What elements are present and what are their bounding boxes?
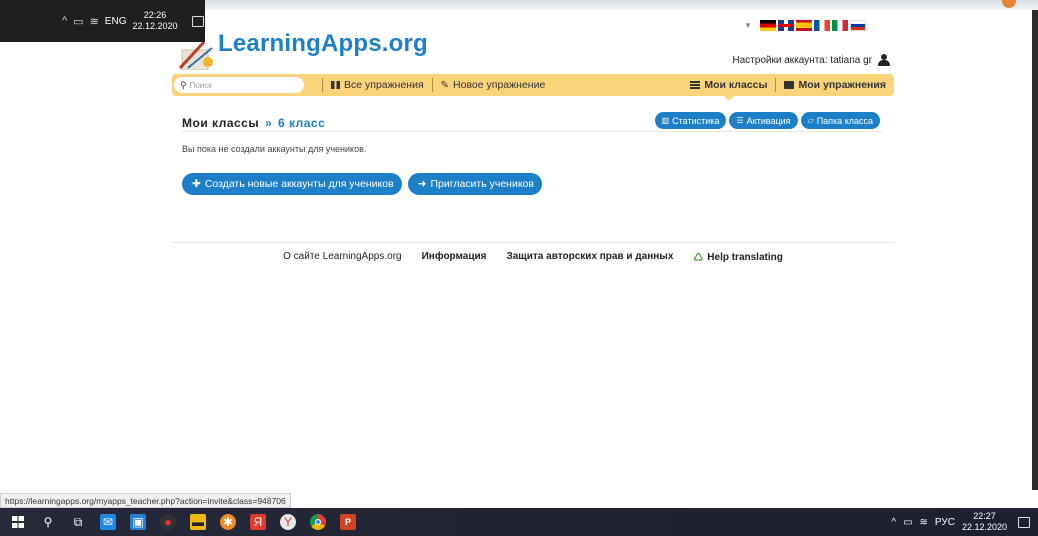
task-view-icon[interactable]: ⧉ xyxy=(70,514,86,530)
logo-text: LearningApps.org xyxy=(218,30,428,57)
window-edge xyxy=(1032,10,1038,490)
explorer-icon[interactable]: ▬ xyxy=(190,514,206,530)
nav-new-exercise-label: Новое упражнение xyxy=(453,79,546,91)
logo-tools-icon xyxy=(178,40,213,70)
sign-in-icon: ➜ xyxy=(417,178,427,190)
activation-button[interactable]: ☰ Активация xyxy=(729,112,798,129)
yandex-icon[interactable]: Я xyxy=(250,514,266,530)
translate-icon: ♺ xyxy=(693,252,704,264)
main-navbar: ⚲ Поиск Все упражнения ✎ Новое упражнени… xyxy=(172,74,894,101)
folder-open-icon: ▱ xyxy=(807,116,814,125)
mail-icon[interactable]: ✉ xyxy=(100,514,116,530)
flag-fr-icon[interactable] xyxy=(814,20,830,31)
create-accounts-label: Создать новые аккаунты для учеников xyxy=(204,178,394,190)
windows-taskbar: ⚲ ⧉ ✉ ▣ ● ▬ ✱ Я Y P ^ ▭ ≋ РУС 22:27 22.1… xyxy=(0,508,1038,536)
nav-new-exercise[interactable]: ✎ Новое упражнение xyxy=(433,74,554,96)
yandex-browser-icon[interactable]: Y xyxy=(280,514,296,530)
nav-all-exercises[interactable]: Все упражнения xyxy=(323,74,432,96)
site-logo[interactable]: LearningApps.org xyxy=(178,22,438,70)
flag-it-icon[interactable] xyxy=(832,20,848,31)
clock-time: 22:26 xyxy=(143,10,167,20)
no-accounts-message: Вы пока не создали аккаунты для учеников… xyxy=(182,144,367,154)
clock-time: 22:27 xyxy=(973,511,996,521)
status-url: https://learningapps.org/myapps_teacher.… xyxy=(5,495,286,506)
nav-my-classes-label: Мои классы xyxy=(704,79,768,91)
notification-icon[interactable] xyxy=(1018,516,1030,528)
language-indicator[interactable]: РУС xyxy=(935,517,955,528)
grid-icon xyxy=(331,81,340,89)
footer-info-link[interactable]: Информация xyxy=(422,251,487,264)
battery-icon[interactable]: ▭ xyxy=(903,517,912,528)
invite-students-button[interactable]: ➜ Пригласить учеников xyxy=(407,173,542,195)
orange-app-icon[interactable]: ✱ xyxy=(220,514,236,530)
powerpoint-icon[interactable]: P xyxy=(340,514,356,530)
user-icon xyxy=(878,54,890,66)
browser-chrome-edge xyxy=(205,0,1038,10)
clock[interactable]: 22:27 22.12.2020 xyxy=(962,511,1007,533)
breadcrumb-my-classes[interactable]: Мои классы xyxy=(182,116,259,130)
statistics-label: Статистика xyxy=(672,115,720,126)
chrome-icon[interactable] xyxy=(310,514,326,530)
nav-my-exercises-label: Мои упражнения xyxy=(798,79,886,91)
battery-icon[interactable]: ▭ xyxy=(73,15,83,28)
folder-icon xyxy=(784,81,795,89)
clock-date: 22.12.2020 xyxy=(132,21,178,31)
search-icon: ⚲ xyxy=(180,79,187,90)
activation-label: Активация xyxy=(746,115,791,126)
clock-date: 22.12.2020 xyxy=(961,522,1007,532)
account-settings[interactable]: Настройки аккаунта: tatiana gr xyxy=(732,54,890,66)
list-icon: ☰ xyxy=(736,116,744,125)
flag-de-icon[interactable] xyxy=(760,20,776,31)
notification-icon[interactable] xyxy=(191,15,204,27)
footer-copyright-link[interactable]: Защита авторских прав и данных xyxy=(506,251,673,264)
profile-icon[interactable] xyxy=(1002,0,1016,8)
class-folder-label: Папка класса xyxy=(816,115,873,126)
nav-all-exercises-label: Все упражнения xyxy=(344,79,424,91)
system-tray: ^ ▭ ≋ РУС 22:27 22.12.2020 xyxy=(891,511,1038,533)
class-header: Мои классы » 6 класс ▥ Статистика ☰ Акти… xyxy=(182,110,882,132)
statistics-button[interactable]: ▥ Статистика xyxy=(654,112,727,129)
breadcrumb-separator: » xyxy=(264,116,273,130)
add-user-icon: ✚ xyxy=(192,178,201,190)
language-selector[interactable]: ▼ xyxy=(744,20,866,31)
footer-help-translating-link[interactable]: ♺ Help translating xyxy=(693,251,782,264)
store-icon[interactable]: ▣ xyxy=(130,514,146,530)
chart-icon: ▥ xyxy=(661,116,670,125)
account-label: Настройки аккаунта: tatiana gr xyxy=(732,54,872,66)
site-footer: О сайте LearningApps.org Информация Защи… xyxy=(172,242,894,264)
status-url-bar: https://learningapps.org/myapps_teacher.… xyxy=(0,493,291,508)
search-placeholder: Поиск xyxy=(189,80,212,90)
pencil-icon: ✎ xyxy=(440,79,450,91)
student-actions: ✚ Создать новые аккаунты для учеников ➜ … xyxy=(182,173,542,195)
media-icon[interactable]: ● xyxy=(160,514,176,530)
nav-my-classes[interactable]: Мои классы xyxy=(682,74,775,101)
flag-ru-icon[interactable] xyxy=(850,20,866,31)
nav-my-exercises[interactable]: Мои упражнения xyxy=(776,74,894,96)
flag-es-icon[interactable] xyxy=(796,20,812,31)
search-icon[interactable]: ⚲ xyxy=(40,514,56,530)
language-indicator[interactable]: ENG xyxy=(105,16,127,27)
windows-icon[interactable] xyxy=(10,514,26,530)
overlapping-taskbar-fragment: ^ ▭ ≋ ENG 22:26 22.12.2020 xyxy=(0,0,205,42)
list-icon xyxy=(690,81,701,89)
create-accounts-button[interactable]: ✚ Создать новые аккаунты для учеников xyxy=(182,173,402,195)
caret-down-icon[interactable]: ▼ xyxy=(744,21,752,30)
breadcrumb: Мои классы » 6 класс xyxy=(182,116,325,130)
class-folder-button[interactable]: ▱ Папка класса xyxy=(800,112,880,129)
wifi-icon[interactable]: ≋ xyxy=(90,15,99,28)
chevron-up-icon[interactable]: ^ xyxy=(62,15,67,27)
invite-students-label: Пригласить учеников xyxy=(430,178,534,190)
help-translating-label: Help translating xyxy=(707,252,783,263)
class-toolbar: ▥ Статистика ☰ Активация ▱ Папка класса xyxy=(654,112,880,129)
chevron-up-icon[interactable]: ^ xyxy=(891,517,896,528)
breadcrumb-current-class[interactable]: 6 класс xyxy=(278,116,325,130)
search-input[interactable]: ⚲ Поиск xyxy=(174,77,304,93)
clock[interactable]: 22:26 22.12.2020 xyxy=(132,10,177,32)
footer-about-link[interactable]: О сайте LearningApps.org xyxy=(283,251,401,264)
flag-gb-icon[interactable] xyxy=(778,20,794,31)
wifi-icon[interactable]: ≋ xyxy=(920,517,928,528)
